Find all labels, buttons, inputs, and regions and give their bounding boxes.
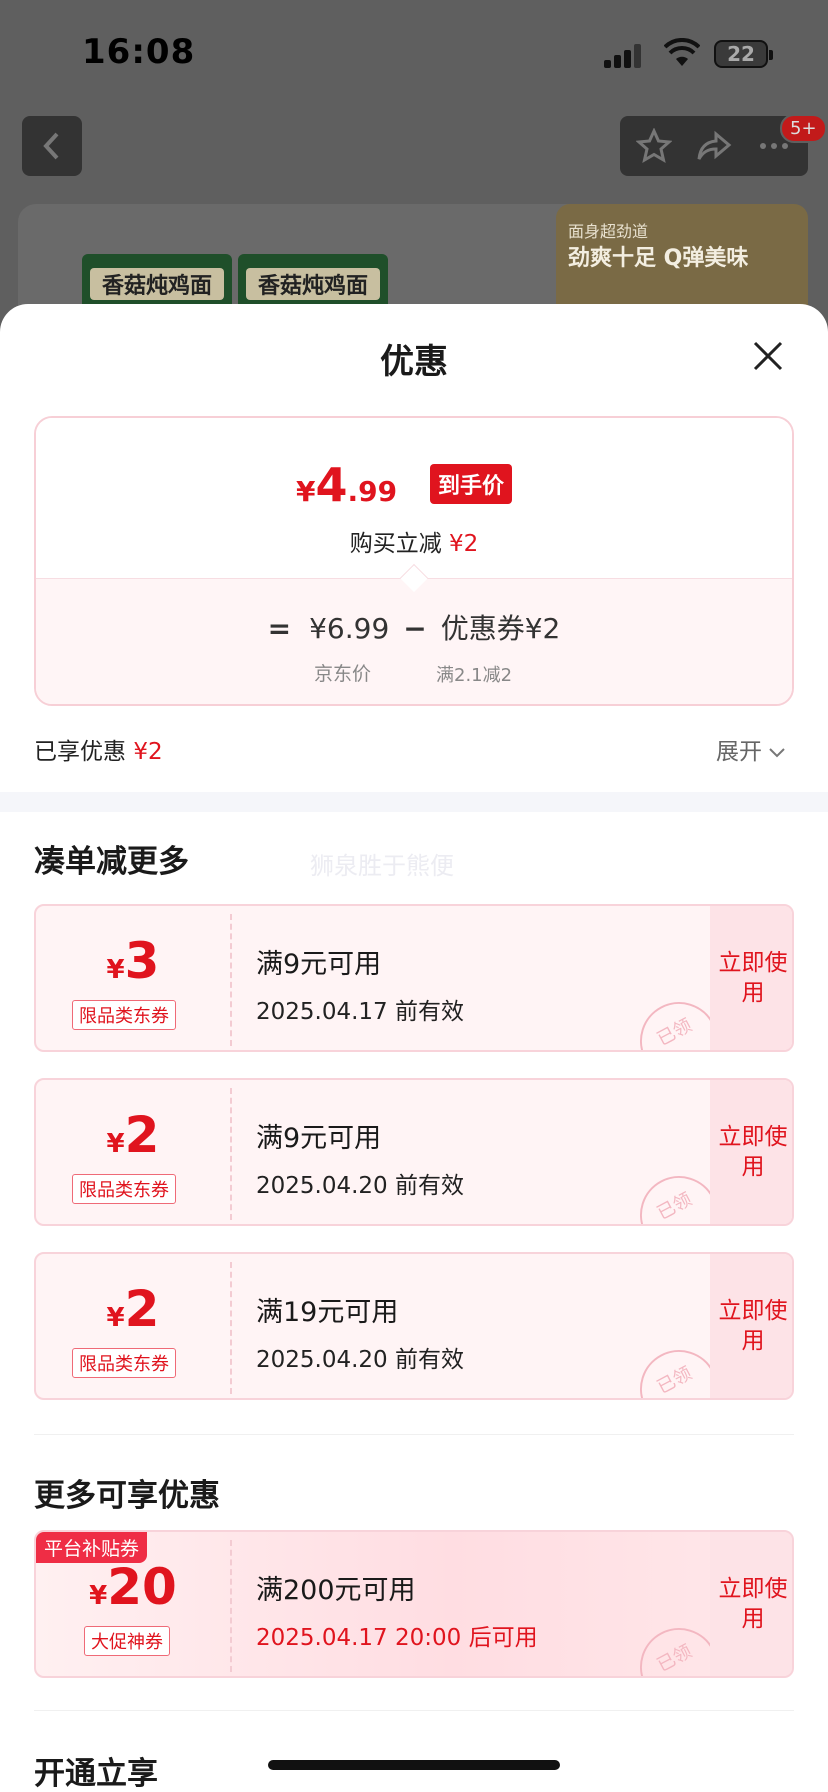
coupon-card: ¥2 限品类东券 满9元可用 2025.04.20 前有效 已领 立即使用 — [34, 1078, 794, 1226]
use-now-button[interactable]: 立即使用 — [710, 1254, 792, 1398]
pack-label: 香菇炖鸡面 — [90, 268, 224, 300]
coupon-expiry: 2025.04.20 前有效 — [256, 1173, 464, 1199]
watermark-text: 狮泉胜于熊便 — [310, 852, 454, 880]
coupon-expiry: 2025.04.20 前有效 — [256, 1347, 464, 1373]
chevron-down-icon — [769, 747, 785, 757]
final-price: ¥4.99 — [296, 458, 398, 512]
coupon-discount: 优惠券¥2 — [440, 612, 561, 645]
expand-button[interactable]: 展开 — [716, 732, 786, 766]
coupon-condition: 满200元可用 — [256, 1575, 416, 1606]
notification-badge: 5+ — [780, 114, 827, 143]
coupon-type: 限品类东券 — [72, 1000, 176, 1030]
coupon-condition: 满19元可用 — [256, 1297, 399, 1328]
coupon-card: ¥3 限品类东券 满9元可用 2025.04.17 前有效 已领 立即使用 — [34, 904, 794, 1052]
platform-coupon-card: 平台补贴券 ¥20 大促神券 满200元可用 2025.04.17 20:00 … — [34, 1530, 794, 1678]
battery-level: 22 — [727, 42, 755, 66]
final-price-tag: 到手价 — [430, 464, 513, 504]
status-time: 16:08 — [82, 32, 196, 72]
coupon-amount: ¥2 — [106, 1280, 160, 1338]
coupon-amount: ¥3 — [106, 932, 160, 990]
coupon-available-time: 2025.04.17 20:00 后可用 — [256, 1625, 538, 1651]
coupon-amount: ¥20 — [89, 1558, 177, 1616]
coupon-amount: ¥2 — [106, 1106, 160, 1164]
section-title: 开通立享 — [34, 1756, 158, 1792]
section-title: 更多可享优惠 — [34, 1478, 220, 1514]
use-now-button[interactable]: 立即使用 — [710, 1532, 792, 1676]
price-formula: = ¥6.99− 优惠券¥2 京东价 满2.1减2 — [36, 578, 792, 704]
jd-price: ¥6.99 — [309, 612, 390, 645]
share-icon[interactable] — [696, 128, 732, 164]
coupon-type: 限品类东券 — [72, 1174, 176, 1204]
coupon-type: 大促神券 — [84, 1626, 170, 1656]
home-indicator[interactable] — [268, 1760, 560, 1770]
jd-price-label: 京东价 — [314, 663, 372, 685]
price-breakdown-card: ¥4.99 到手价 购买立减 ¥2 = ¥6.99− 优惠券¥2 京东价 满2.1减… — [34, 416, 794, 706]
chevron-left-icon — [43, 132, 59, 160]
coupon-condition: 满9元可用 — [256, 1123, 382, 1154]
star-icon[interactable] — [636, 128, 672, 164]
discount-sheet: 优惠 ¥4.99 到手价 购买立减 ¥2 = ¥6.99− 优惠券¥2 京东价 满2… — [0, 304, 828, 1792]
coupon-card: ¥2 限品类东券 满19元可用 2025.04.20 前有效 已领 立即使用 — [34, 1252, 794, 1400]
signal-icon — [604, 44, 644, 68]
coupon-type: 限品类东券 — [72, 1348, 176, 1378]
enjoyed-discount: 已享优惠 ¥2 — [34, 739, 163, 765]
back-button[interactable] — [22, 116, 82, 176]
use-now-button[interactable]: 立即使用 — [710, 906, 792, 1050]
sheet-title: 优惠 — [380, 342, 448, 382]
coupon-expiry: 2025.04.17 前有效 — [256, 999, 464, 1025]
section-title: 凑单减更多 — [34, 844, 189, 880]
use-now-button[interactable]: 立即使用 — [710, 1080, 792, 1224]
buy-cut-text: 购买立减 ¥2 — [349, 531, 479, 557]
wifi-icon — [664, 38, 700, 66]
close-icon[interactable] — [746, 334, 790, 378]
promo-line-2: 劲爽十足 Q弹美味 — [568, 246, 749, 271]
coupon-condition-label: 满2.1减2 — [436, 665, 513, 686]
coupon-condition: 满9元可用 — [256, 949, 382, 980]
battery-icon: 22 — [714, 40, 773, 68]
promo-line-1: 面身超劲道 — [568, 222, 649, 241]
status-bar: 16:08 22 — [0, 0, 828, 100]
pack-label: 香菇炖鸡面 — [246, 268, 380, 300]
